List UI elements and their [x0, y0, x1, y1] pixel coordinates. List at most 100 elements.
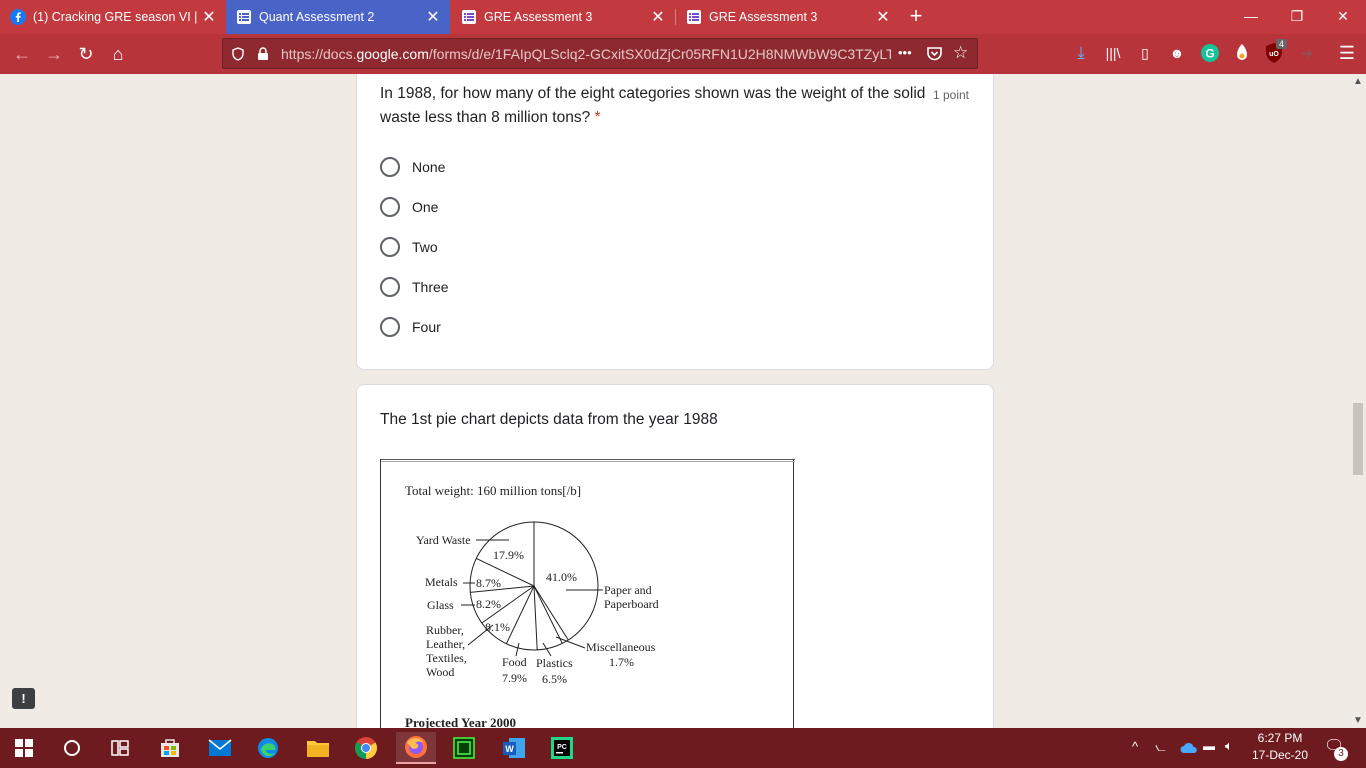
url-text[interactable]: https://docs.google.com/forms/d/e/1FAIpQ…	[281, 46, 891, 62]
chart-title: Total weight: 160 million tons[/b]	[405, 483, 581, 498]
bookmark-star-icon[interactable]: ☆	[953, 43, 968, 63]
question-text: In 1988, for how many of the eight categ…	[380, 82, 928, 130]
library-icon[interactable]: |||\	[1102, 42, 1124, 64]
new-tab-button[interactable]: +	[903, 2, 929, 32]
radio-button[interactable]	[380, 277, 400, 297]
option-label: One	[412, 199, 439, 215]
microsoft-store-icon[interactable]	[150, 732, 190, 764]
option-label: Three	[412, 279, 449, 295]
extension-icon[interactable]	[1234, 43, 1250, 63]
url-bar[interactable]: https://docs.google.com/forms/d/e/1FAIpQ…	[222, 38, 978, 69]
grammarly-icon[interactable]: G	[1200, 43, 1220, 63]
close-icon[interactable]: ✕	[647, 7, 669, 27]
option-label: Two	[412, 239, 438, 255]
svg-text:G: G	[1205, 47, 1214, 61]
slice-value-label: 17.9%	[493, 548, 524, 562]
forward-button[interactable]: →	[40, 40, 68, 68]
wifi-icon[interactable]: ⦦	[1155, 739, 1166, 755]
option-two[interactable]: Two	[380, 235, 438, 259]
pycharm-icon[interactable]: PC	[542, 732, 582, 764]
category-label: Metals	[425, 575, 458, 589]
tab-facebook[interactable]: (1) Cracking GRE season VI | Fa ✕	[0, 0, 226, 34]
radio-button[interactable]	[380, 197, 400, 217]
slice-value-label: 8.1%	[485, 620, 510, 634]
url-prefix: https://docs.	[281, 46, 357, 62]
notification-count-badge: 3	[1334, 747, 1348, 761]
tab-quant-assessment-2[interactable]: Quant Assessment 2 ✕	[226, 0, 450, 34]
scroll-down-arrow[interactable]: ▼	[1350, 715, 1366, 726]
tray-expand-icon[interactable]: ^	[1132, 739, 1138, 754]
page-content: In 1988, for how many of the eight categ…	[0, 74, 1350, 728]
home-button[interactable]: ⌂	[104, 40, 132, 68]
radio-button[interactable]	[380, 157, 400, 177]
close-icon[interactable]: ✕	[198, 7, 220, 27]
firefox-icon[interactable]	[396, 732, 436, 764]
option-none[interactable]: None	[380, 155, 445, 179]
page-scrollbar[interactable]: ▲ ▼	[1350, 74, 1366, 728]
tab-gre-assessment-3[interactable]: GRE Assessment 3 ✕	[451, 0, 675, 34]
tab-title: (1) Cracking GRE season VI | Fa	[33, 10, 198, 24]
extension-disabled-icon[interactable]: ➜	[1296, 42, 1318, 64]
category-label: Food	[502, 655, 527, 669]
search-icon[interactable]	[52, 732, 92, 764]
task-view-icon[interactable]	[100, 732, 140, 764]
tab-gre-assessment-3-second[interactable]: GRE Assessment 3 ✕	[676, 0, 900, 34]
category-label: Yard Waste	[416, 533, 471, 547]
pocket-icon[interactable]	[926, 46, 943, 62]
category-label: Paperboard	[604, 597, 659, 611]
word-icon[interactable]: W	[494, 732, 534, 764]
download-icon[interactable]: ⤓	[1070, 42, 1092, 64]
reload-button[interactable]: ↻	[72, 40, 100, 68]
clock-time[interactable]: 6:27 PM	[1248, 731, 1312, 745]
slice-value-label: 7.9%	[502, 671, 527, 685]
terminal-app-icon[interactable]	[444, 732, 484, 764]
option-label: None	[412, 159, 446, 175]
slice-value-label: 8.2%	[476, 597, 501, 611]
radio-button[interactable]	[380, 237, 400, 257]
volume-icon[interactable]: 🔈︎	[1225, 738, 1233, 754]
minimize-button[interactable]: —	[1228, 0, 1274, 34]
next-chart-title: Projected Year 2000	[405, 715, 516, 728]
shield-icon[interactable]	[231, 47, 245, 61]
close-window-button[interactable]: ✕	[1320, 0, 1366, 34]
account-icon[interactable]: ☻	[1166, 42, 1188, 64]
windows-start-icon[interactable]	[4, 732, 44, 764]
file-explorer-icon[interactable]	[298, 732, 338, 764]
taskbar: W PC ^ ⦦ ▬ 🔈︎ 6:27 PM 17-Dec-20 🗨︎ 3	[0, 728, 1366, 768]
back-button[interactable]: ←	[8, 40, 36, 68]
battery-icon[interactable]: ▬	[1203, 739, 1215, 753]
slice-value-label: 6.5%	[542, 672, 567, 686]
onedrive-icon[interactable]	[1180, 742, 1198, 754]
radio-button[interactable]	[380, 317, 400, 337]
restore-button[interactable]: ❐	[1274, 0, 1320, 34]
page-actions-icon[interactable]: •••	[898, 45, 912, 60]
tab-title: GRE Assessment 3	[709, 10, 818, 24]
report-problem-icon[interactable]: !	[12, 688, 35, 709]
close-icon[interactable]: ✕	[422, 7, 444, 27]
facebook-icon	[10, 9, 26, 25]
sidebar-icon[interactable]: ▯	[1134, 42, 1156, 64]
clock-date[interactable]: 17-Dec-20	[1248, 748, 1312, 762]
url-domain: google.com	[356, 46, 429, 62]
slice-value-label: 8.7%	[476, 576, 501, 590]
option-one[interactable]: One	[380, 195, 438, 219]
close-icon[interactable]: ✕	[872, 7, 894, 27]
svg-text:W: W	[505, 744, 514, 754]
category-label: Plastics	[536, 656, 573, 670]
tab-strip: (1) Cracking GRE season VI | Fa ✕ Quant …	[0, 0, 1366, 34]
option-four[interactable]: Four	[380, 315, 441, 339]
edge-icon[interactable]	[248, 732, 288, 764]
ublock-badge: 4	[1276, 39, 1288, 49]
scroll-up-arrow[interactable]: ▲	[1350, 76, 1366, 87]
category-label: Paper and	[604, 583, 652, 597]
category-label: Rubber,	[426, 623, 464, 637]
mail-icon[interactable]	[200, 732, 240, 764]
chrome-icon[interactable]	[346, 732, 386, 764]
menu-icon[interactable]: ☰	[1336, 42, 1358, 64]
image-card-title: The 1st pie chart depicts data from the …	[380, 411, 718, 428]
category-label: Leather,	[426, 637, 465, 651]
url-path: /forms/d/e/1FAIpQLSclq2-GCxitSX0dZjCr05R…	[428, 46, 891, 62]
scrollbar-thumb[interactable]	[1353, 403, 1363, 475]
option-three[interactable]: Three	[380, 275, 449, 299]
lock-icon[interactable]	[257, 47, 269, 61]
